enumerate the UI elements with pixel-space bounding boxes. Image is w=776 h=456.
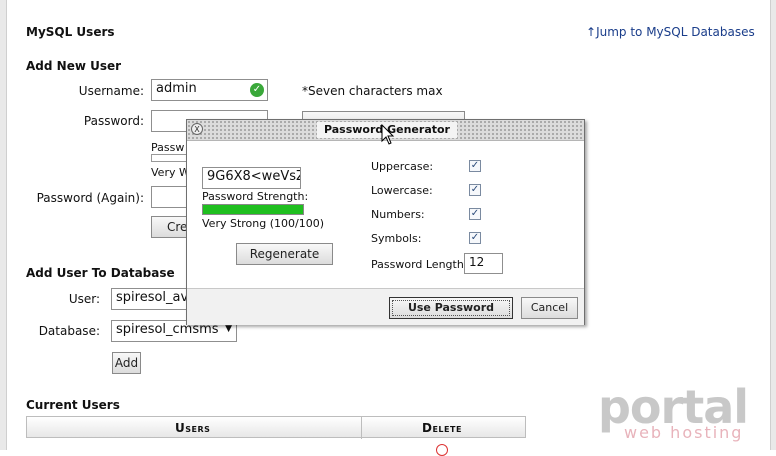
option-lowercase-checkbox[interactable]: ✓: [469, 184, 481, 196]
jump-link-text: Jump to MySQL Databases: [596, 25, 755, 39]
password-length-label: Password Length:: [371, 258, 468, 271]
right-frame-border: [770, 0, 776, 450]
database-select-label: Database:: [38, 324, 100, 338]
cancel-button[interactable]: Cancel: [521, 297, 578, 319]
column-header-delete: Delete: [422, 421, 462, 435]
section-title: MySQL Users: [26, 25, 115, 39]
generated-password-field[interactable]: 9G6X8<weVsZe: [202, 167, 301, 189]
user-select-value: spiresol_av: [116, 290, 189, 305]
chevron-down-icon: ▼: [225, 324, 232, 334]
password-length-value: 12: [469, 255, 485, 269]
add-user-to-db-button[interactable]: Add: [112, 352, 141, 374]
generated-password-value: 9G6X8<weVsZe: [207, 169, 300, 184]
jump-to-databases-link[interactable]: ↑Jump to MySQL Databases: [586, 25, 755, 39]
regenerate-button[interactable]: Regenerate: [236, 243, 333, 265]
option-numbers-checkbox[interactable]: ✓: [469, 208, 481, 220]
current-users-heading: Current Users: [26, 398, 120, 412]
password-again-input[interactable]: [151, 186, 191, 208]
left-frame-border: [0, 0, 7, 450]
username-label: Username:: [78, 84, 144, 98]
option-uppercase-checkbox[interactable]: ✓: [469, 160, 481, 172]
create-user-button[interactable]: Cre: [151, 216, 191, 238]
valid-check-icon: ✓: [250, 83, 264, 97]
dialog-strength-bar: [202, 204, 304, 215]
use-password-button[interactable]: Use Password: [389, 297, 513, 319]
portal-tagline-watermark: web hosting: [624, 423, 744, 442]
dialog-strength-bar-fill: [203, 205, 303, 214]
password-again-label: Password (Again):: [36, 191, 144, 205]
user-select[interactable]: spiresol_av: [111, 288, 191, 310]
username-hint: *Seven characters max: [302, 84, 443, 98]
option-symbols-checkbox[interactable]: ✓: [469, 232, 481, 244]
password-strength-text-partial: Very W: [151, 166, 190, 179]
option-uppercase-label: Uppercase:: [371, 160, 434, 173]
password-length-input[interactable]: 12: [464, 253, 503, 274]
option-numbers-label: Numbers:: [371, 208, 425, 221]
option-lowercase-label: Lowercase:: [371, 184, 433, 197]
column-header-users: Users: [175, 421, 211, 435]
dialog-footer: Use Password Cancel: [187, 288, 584, 325]
password-label: Password:: [83, 114, 144, 128]
add-user-heading: Add New User: [26, 59, 122, 73]
dialog-strength-label: Password Strength:: [202, 190, 309, 203]
current-users-table-header: Users Delete: [26, 416, 526, 439]
column-divider: [361, 417, 362, 439]
close-icon[interactable]: X: [191, 123, 203, 135]
dialog-strength-text: Very Strong (100/100): [202, 217, 325, 230]
password-strength-label-partial: Passw: [151, 141, 185, 154]
password-generator-dialog: X Password Generator 9G6X8<weVsZe Passwo…: [186, 119, 585, 325]
add-to-db-heading: Add User To Database: [26, 266, 175, 280]
username-value: admin: [156, 81, 197, 96]
mouse-cursor-icon: [381, 124, 395, 145]
up-arrow-icon: ↑: [586, 25, 597, 39]
user-select-label: User:: [68, 292, 100, 306]
password-strength-bar-partial: [151, 154, 191, 162]
delete-icon[interactable]: [436, 444, 448, 456]
option-symbols-label: Symbols:: [371, 232, 422, 245]
